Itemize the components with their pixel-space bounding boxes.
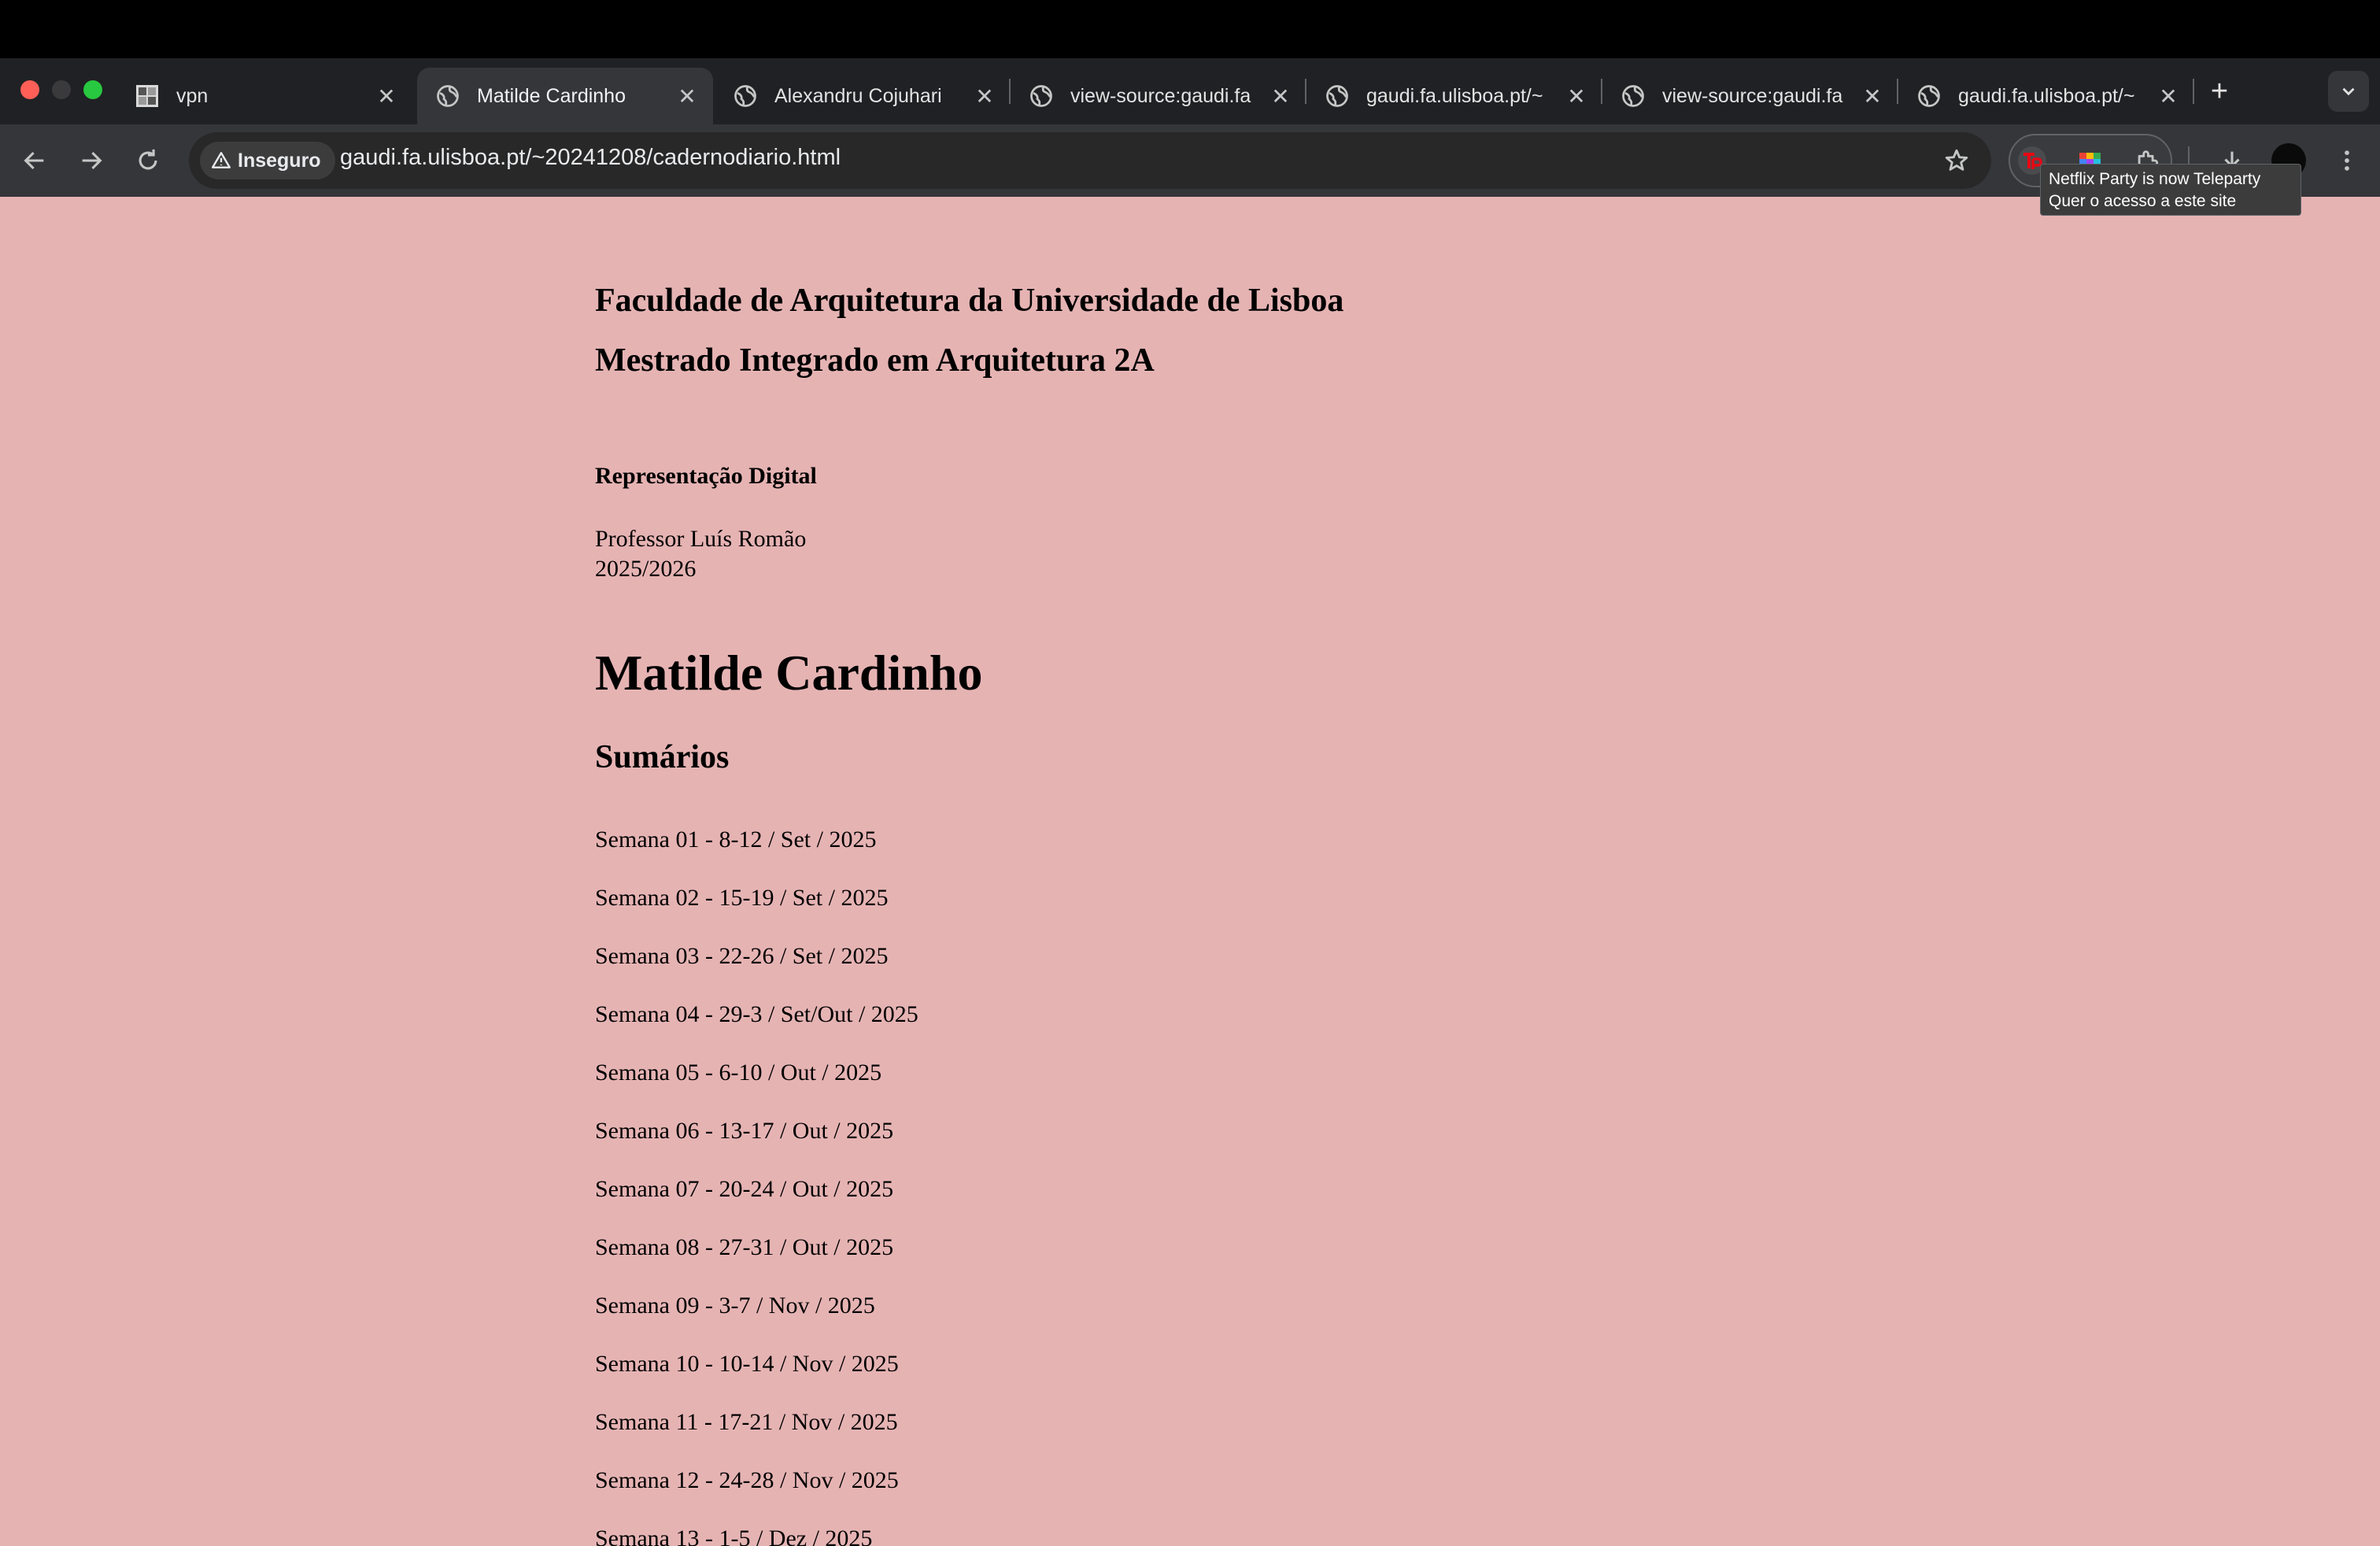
- tab-matilde-cardinho[interactable]: Matilde Cardinho ✕: [417, 68, 713, 124]
- globe-icon: [732, 83, 759, 109]
- site-security-chip[interactable]: Inseguro: [200, 142, 335, 179]
- close-tab-icon[interactable]: ✕: [1563, 83, 1590, 109]
- week-link-04[interactable]: Semana 04 - 29-3 / Set/Out / 2025: [595, 1001, 918, 1028]
- week-link-07[interactable]: Semana 07 - 20-24 / Out / 2025: [595, 1176, 893, 1203]
- warning-triangle-icon: [211, 152, 231, 168]
- tab-title: Alexandru Cojuhari: [774, 84, 942, 107]
- globe-icon: [434, 83, 461, 109]
- week-link-08[interactable]: Semana 08 - 27-31 / Out / 2025: [595, 1234, 893, 1261]
- security-label: Inseguro: [238, 149, 321, 172]
- tab-title: gaudi.fa.ulisboa.pt/~: [1366, 84, 1543, 107]
- tab-title: view-source:gaudi.fa: [1662, 84, 1843, 107]
- week-link-06[interactable]: Semana 06 - 13-17 / Out / 2025: [595, 1118, 893, 1145]
- bookmark-star-icon[interactable]: [1936, 140, 1977, 181]
- week-link-01[interactable]: Semana 01 - 8-12 / Set / 2025: [595, 827, 876, 853]
- more-menu-icon[interactable]: [2326, 140, 2367, 181]
- vpn-favicon-icon: [134, 83, 161, 109]
- faculty-heading: Faculdade de Arquitetura da Universidade…: [595, 283, 1344, 319]
- globe-icon: [1028, 83, 1055, 109]
- new-tab-plus-icon[interactable]: +: [2202, 74, 2237, 109]
- summaries-heading: Sumários: [595, 739, 730, 775]
- week-link-11[interactable]: Semana 11 - 17-21 / Nov / 2025: [595, 1409, 898, 1436]
- tab-separator: [2193, 79, 2194, 104]
- tab-title: view-source:gaudi.fa: [1070, 84, 1251, 107]
- week-link-13[interactable]: Semana 13 - 1-5 / Dez / 2025: [595, 1526, 872, 1546]
- tab-title: Matilde Cardinho: [477, 84, 626, 107]
- tab-title: gaudi.fa.ulisboa.pt/~: [1958, 84, 2135, 107]
- week-link-10[interactable]: Semana 10 - 10-14 / Nov / 2025: [595, 1351, 899, 1378]
- forward-arrow-icon[interactable]: [71, 140, 112, 181]
- week-link-09[interactable]: Semana 09 - 3-7 / Nov / 2025: [595, 1293, 875, 1319]
- close-tab-icon[interactable]: ✕: [971, 83, 998, 109]
- week-link-12[interactable]: Semana 12 - 24-28 / Nov / 2025: [595, 1467, 899, 1494]
- close-tab-icon[interactable]: ✕: [373, 83, 400, 109]
- back-arrow-icon[interactable]: [14, 140, 55, 181]
- tab-view-source-1[interactable]: view-source:gaudi.fa ✕: [1011, 68, 1306, 124]
- student-name: Matilde Cardinho: [595, 645, 983, 701]
- tab-alexandru-cojuhari[interactable]: Alexandru Cojuhari ✕: [715, 68, 1011, 124]
- url-text[interactable]: gaudi.fa.ulisboa.pt/~20241208/cadernodia…: [340, 145, 841, 171]
- close-tab-icon[interactable]: ✕: [1267, 83, 1294, 109]
- maximize-window-button[interactable]: [83, 80, 102, 99]
- window-top-bar: [0, 0, 2380, 58]
- globe-icon: [1620, 83, 1646, 109]
- close-tab-icon[interactable]: ✕: [674, 83, 700, 109]
- close-window-button[interactable]: [20, 80, 39, 99]
- professor-name: Professor Luís Romão: [595, 526, 807, 552]
- tooltip-line-2: Quer o acesso a este site: [2049, 192, 2237, 210]
- program-heading: Mestrado Integrado em Arquitetura 2A: [595, 342, 1155, 379]
- reload-icon[interactable]: [128, 140, 168, 181]
- tab-title: vpn: [176, 84, 209, 107]
- tab-view-source-2[interactable]: view-source:gaudi.fa ✕: [1602, 68, 1898, 124]
- tooltip-line-1: Netflix Party is now Teleparty: [2049, 170, 2261, 188]
- close-tab-icon[interactable]: ✕: [2155, 83, 2182, 109]
- week-link-03[interactable]: Semana 03 - 22-26 / Set / 2025: [595, 943, 888, 970]
- minimize-window-button[interactable]: [52, 80, 71, 99]
- globe-icon: [1324, 83, 1351, 109]
- tab-search-chevron-down-icon[interactable]: [2328, 71, 2369, 112]
- page-content: Faculdade de Arquitetura da Universidade…: [0, 197, 2380, 1546]
- tab-vpn[interactable]: vpn ✕: [116, 68, 412, 124]
- tab-gaudi-1[interactable]: gaudi.fa.ulisboa.pt/~ ✕: [1306, 68, 1602, 124]
- close-tab-icon[interactable]: ✕: [1859, 83, 1886, 109]
- course-title: Representação Digital: [595, 463, 817, 489]
- tab-gaudi-2[interactable]: gaudi.fa.ulisboa.pt/~ ✕: [1898, 68, 2194, 124]
- globe-icon: [1916, 83, 1942, 109]
- week-link-02[interactable]: Semana 02 - 15-19 / Set / 2025: [595, 885, 888, 912]
- extension-tooltip: Netflix Party is now Teleparty Quer o ac…: [2040, 164, 2301, 216]
- academic-year: 2025/2026: [595, 556, 697, 582]
- week-link-05[interactable]: Semana 05 - 6-10 / Out / 2025: [595, 1060, 881, 1086]
